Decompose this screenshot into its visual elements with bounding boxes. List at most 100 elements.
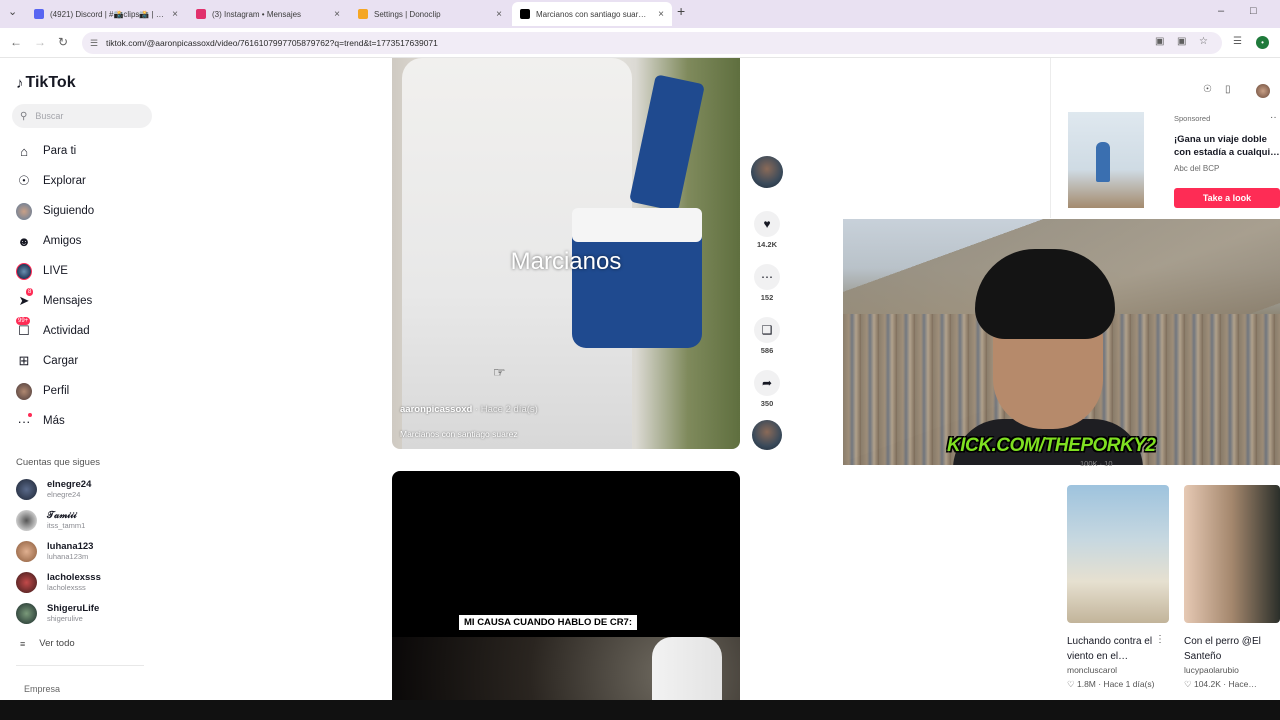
device-icon[interactable]: ▯ (1225, 84, 1231, 95)
browser-tab-strip: ⌄ (4921) Discord | #📸clips📸 | … × (3) In… (0, 0, 1280, 28)
followed-account[interactable]: 𝒯𝒶𝓂𝒾𝒾𝒾 itss_tamm1 (16, 507, 85, 533)
avatar (16, 571, 37, 593)
followed-account[interactable]: elnegre24 elnegre24 (16, 476, 91, 502)
ad-cta-button[interactable]: Take a look (1174, 188, 1280, 208)
account-handle: itss_tamm1 (47, 521, 86, 530)
browser-tab-tiktok[interactable]: Marcianos con santiago suar… × (512, 2, 672, 26)
sound-avatar[interactable] (750, 420, 784, 450)
browser-profile-avatar[interactable]: • (1256, 36, 1269, 49)
profile-avatar-icon (16, 382, 32, 400)
search-icon: ⚲ (20, 110, 28, 122)
related-meta: ♡ 1.8M · Hace 1 día(s) (1067, 679, 1155, 689)
tab-title: (4921) Discord | #📸clips📸 | … (50, 9, 164, 19)
close-icon[interactable]: × (658, 9, 664, 20)
nav-label: Perfil (43, 385, 70, 397)
compass-icon[interactable]: ☉ (1203, 84, 1212, 95)
messages-badge: 8 (26, 288, 34, 296)
followed-account[interactable]: luhana123 luhana123m (16, 538, 93, 564)
account-handle: elnegre24 (47, 490, 81, 499)
comment-button[interactable]: ⋯ 152 (750, 264, 784, 302)
save-button[interactable]: ❑ 586 (750, 317, 784, 355)
maximize-icon[interactable]: □ (1250, 5, 1257, 17)
more-options-icon[interactable]: ·· (1270, 112, 1277, 123)
search-input[interactable]: ⚲ Buscar (12, 104, 152, 128)
video-player[interactable]: Marcianos aaronpicassoxd · Hace 2 día(s)… (392, 58, 740, 449)
tiktok-icon (520, 9, 530, 19)
like-button[interactable]: ♥ 14.2K (750, 211, 784, 249)
footer-link-empresa[interactable]: Empresa (24, 684, 60, 694)
video-thumbnail (1184, 485, 1280, 623)
new-tab-icon[interactable]: + (677, 3, 685, 19)
related-video[interactable]: Con el perro @El Santeño lucypaolarubio … (1184, 485, 1280, 690)
next-video-caption: MI CAUSA CUANDO HABLO DE CR7: (459, 615, 638, 630)
video-author[interactable]: aaronpicassoxd · Hace 2 día(s) (400, 404, 538, 415)
browser-tab-donoclip[interactable]: Settings | Donoclip × (350, 2, 510, 26)
sponsored-label: Sponsored (1174, 114, 1211, 123)
related-video[interactable]: Luchando contra el viento en el… monclus… (1067, 485, 1169, 690)
browser-tab-discord[interactable]: (4921) Discord | #📸clips📸 | … × (26, 2, 186, 26)
reload-icon[interactable]: ↻ (58, 35, 68, 49)
kick-channel-overlay: KICK.COM/THEPORKY2 (947, 435, 1156, 456)
nav-cargar[interactable]: ⊞ Cargar (16, 349, 79, 373)
nav-mensajes[interactable]: ➤ 8 Mensajes (16, 288, 92, 313)
address-bar[interactable]: ☰ tiktok.com/@aaronpicassoxd/video/76161… (82, 32, 1222, 54)
account-handle: luhana123m (47, 552, 89, 561)
avatar (16, 540, 37, 562)
minimize-icon[interactable]: – (1218, 5, 1224, 17)
close-icon[interactable]: × (334, 9, 340, 20)
avatar (16, 509, 37, 531)
next-video-player[interactable]: MI CAUSA CUANDO HABLO DE CR7: (392, 471, 740, 700)
related-title: Con el perro @El Santeño (1184, 636, 1261, 662)
more-options-icon[interactable]: ⋮ (1155, 634, 1165, 645)
tab-title: Settings | Donoclip (374, 9, 441, 19)
site-info-icon[interactable]: ☰ (90, 38, 100, 49)
live-icon (16, 262, 32, 280)
related-title: Luchando contra el viento en el… (1067, 636, 1153, 662)
translate-icon[interactable]: ▣ (1155, 36, 1164, 47)
nav-siguiendo[interactable]: Siguiendo (16, 199, 94, 223)
partial-meta: 100K · 10 (1080, 459, 1113, 468)
browser-tab-instagram[interactable]: (3) Instagram • Mensajes × (188, 2, 348, 26)
divider (1050, 58, 1051, 218)
account-name: ShigeruLife (47, 603, 100, 614)
forward-icon[interactable]: → (34, 35, 46, 49)
video-overlay-text: Marcianos (510, 248, 622, 275)
close-icon[interactable]: × (496, 9, 502, 20)
ad-title[interactable]: ¡Gana un viaje doble con estadía a cualq… (1174, 133, 1280, 159)
see-all-link[interactable]: ≡ Ver todo (20, 638, 75, 649)
nav-label: LIVE (43, 265, 68, 277)
back-icon[interactable]: ← (10, 35, 22, 49)
friends-icon: ☻ (17, 233, 31, 249)
bookmark-star-icon[interactable]: ☆ (1199, 36, 1208, 47)
extensions-icon[interactable]: ☰ (1233, 36, 1242, 47)
tiktok-logo[interactable]: ♪ TikTok (16, 74, 76, 92)
nav-perfil[interactable]: Perfil (16, 379, 69, 403)
ad-thumbnail[interactable] (1068, 112, 1144, 208)
discord-icon (34, 9, 44, 19)
followed-account[interactable]: lacholexsss lacholexsss (16, 569, 101, 595)
nav-para-ti[interactable]: ⌂ Para ti (16, 139, 76, 163)
following-section-title: Cuentas que sigues (16, 457, 100, 468)
nav-mas[interactable]: ··· Más (16, 409, 65, 433)
related-author: lucypaolarubio (1184, 665, 1239, 675)
post-time: · Hace 2 día(s) (474, 404, 538, 415)
tab-search-icon[interactable]: ⌄ (8, 5, 17, 18)
followed-account[interactable]: ShigeruLife shigerulive (16, 600, 99, 626)
nav-amigos[interactable]: ☻ Amigos (16, 229, 81, 253)
divider (16, 665, 144, 666)
browser-toolbar: ← → ↻ ☰ tiktok.com/@aaronpicassoxd/video… (0, 28, 1280, 58)
nav-actividad[interactable]: ☐ 99+ Actividad (16, 317, 90, 343)
creator-avatar[interactable] (750, 156, 784, 188)
next-video-scene (392, 637, 740, 700)
tiktok-note-icon: ♪ (16, 74, 24, 92)
account-name: 𝒯𝒶𝓂𝒾𝒾𝒾 (47, 510, 77, 521)
video-thumbnail (1067, 485, 1169, 623)
cast-icon[interactable]: ▣ (1177, 36, 1186, 47)
webcam-overlay: KICK.COM/THEPORKY2 (843, 219, 1280, 465)
account-name: luhana123 (47, 541, 94, 552)
share-button[interactable]: ➦ 350 (750, 370, 784, 408)
close-icon[interactable]: × (172, 9, 178, 20)
nav-explorar[interactable]: ☉ Explorar (16, 169, 86, 193)
user-avatar[interactable] (1256, 84, 1270, 98)
nav-live[interactable]: LIVE (16, 259, 68, 283)
